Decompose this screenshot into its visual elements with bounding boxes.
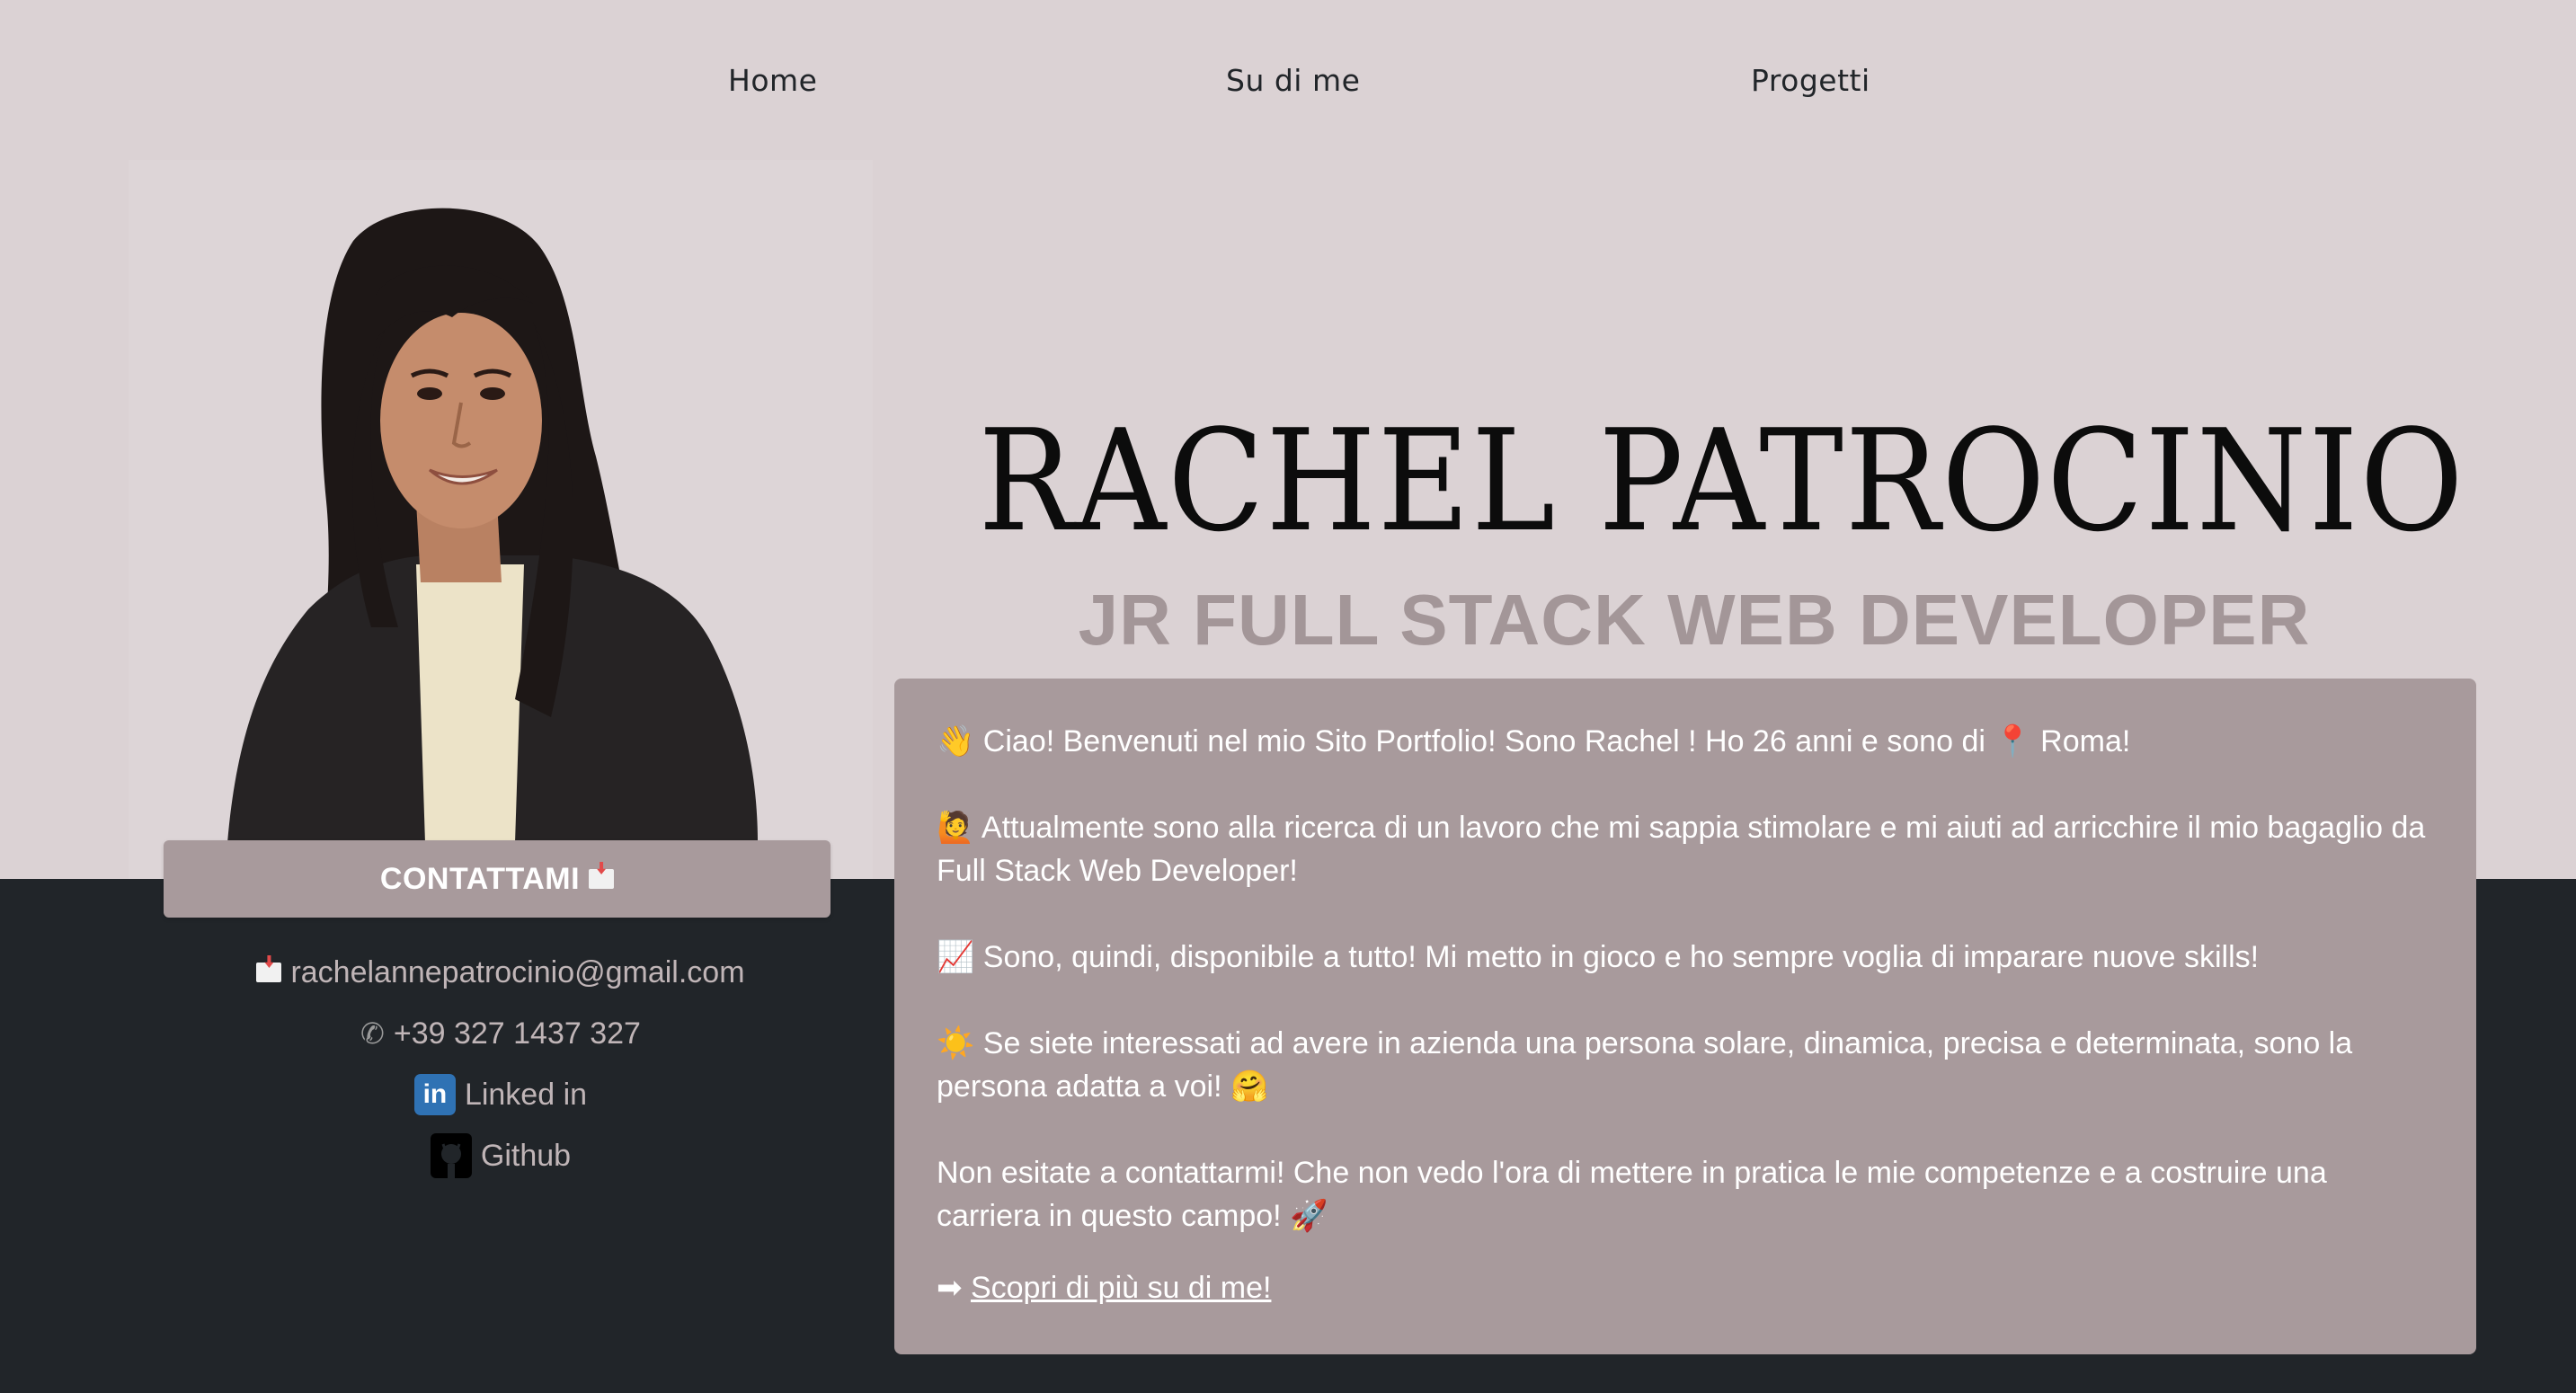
about-paragraph-4: ☀️ Se siete interessati ad avere in azie…	[937, 1025, 2353, 1105]
hug-icon: 🤗	[1230, 1069, 1269, 1105]
about-card: 👋 Ciao! Benvenuti nel mio Sito Portfolio…	[894, 679, 2476, 1354]
about-more: ➡ Scopri di più su di me!	[937, 1266, 2435, 1309]
phone-link[interactable]: ✆ +39 327 1437 327	[360, 1003, 641, 1064]
about-more-link[interactable]: Scopri di più su di me!	[971, 1271, 1272, 1305]
job-title: JR FULL STACK WEB DEVELOPER	[1078, 580, 2311, 660]
raising-hand-icon: 🙋	[937, 810, 975, 846]
arrow-right-icon: ➡	[937, 1270, 963, 1306]
contact-list: rachelannepatrocinio@gmail.com ✆ +39 327…	[129, 942, 873, 1186]
about-paragraph-1: 👋 Ciao! Benvenuti nel mio Sito Portfolio…	[937, 723, 2131, 759]
linkedin-link[interactable]: in Linked in	[413, 1064, 588, 1125]
envelope-icon	[589, 869, 615, 889]
page-title: RACHEL PATROCINIO	[978, 399, 2465, 563]
contact-button-label: CONTATTAMI	[379, 861, 581, 896]
nav-home-link[interactable]: Home	[728, 63, 817, 98]
nav-about-link[interactable]: Su di me	[1226, 63, 1360, 98]
phone-icon: ✆	[360, 1017, 385, 1050]
email-link[interactable]: rachelannepatrocinio@gmail.com	[256, 942, 745, 1003]
wave-icon: 👋	[937, 723, 975, 759]
github-icon	[430, 1133, 472, 1178]
contact-button[interactable]: CONTATTAMI	[164, 840, 831, 918]
linkedin-text: Linked in	[464, 1077, 588, 1112]
github-text: Github	[480, 1138, 572, 1173]
about-paragraph-3: 📈 Sono, quindi, disponibile a tutto! Mi …	[937, 939, 2260, 975]
profile-photo	[129, 160, 873, 879]
chart-icon: 📈	[937, 939, 975, 975]
sun-icon: ☀️	[937, 1025, 975, 1061]
nav-projects-link[interactable]: Progetti	[1751, 63, 1870, 98]
about-paragraph-5: Non esitate a contattarmi! Che non vedo …	[937, 1156, 2327, 1234]
email-text: rachelannepatrocinio@gmail.com	[290, 954, 745, 989]
pin-icon: 📍	[1994, 723, 2032, 759]
github-link[interactable]: Github	[430, 1125, 572, 1186]
phone-text: +39 327 1437 327	[393, 1016, 641, 1051]
envelope-icon	[256, 963, 282, 982]
rocket-icon: 🚀	[1290, 1198, 1328, 1234]
about-paragraph-2: 🙋 Attualmente sono alla ricerca di un la…	[937, 810, 2426, 888]
linkedin-icon: in	[413, 1074, 456, 1115]
